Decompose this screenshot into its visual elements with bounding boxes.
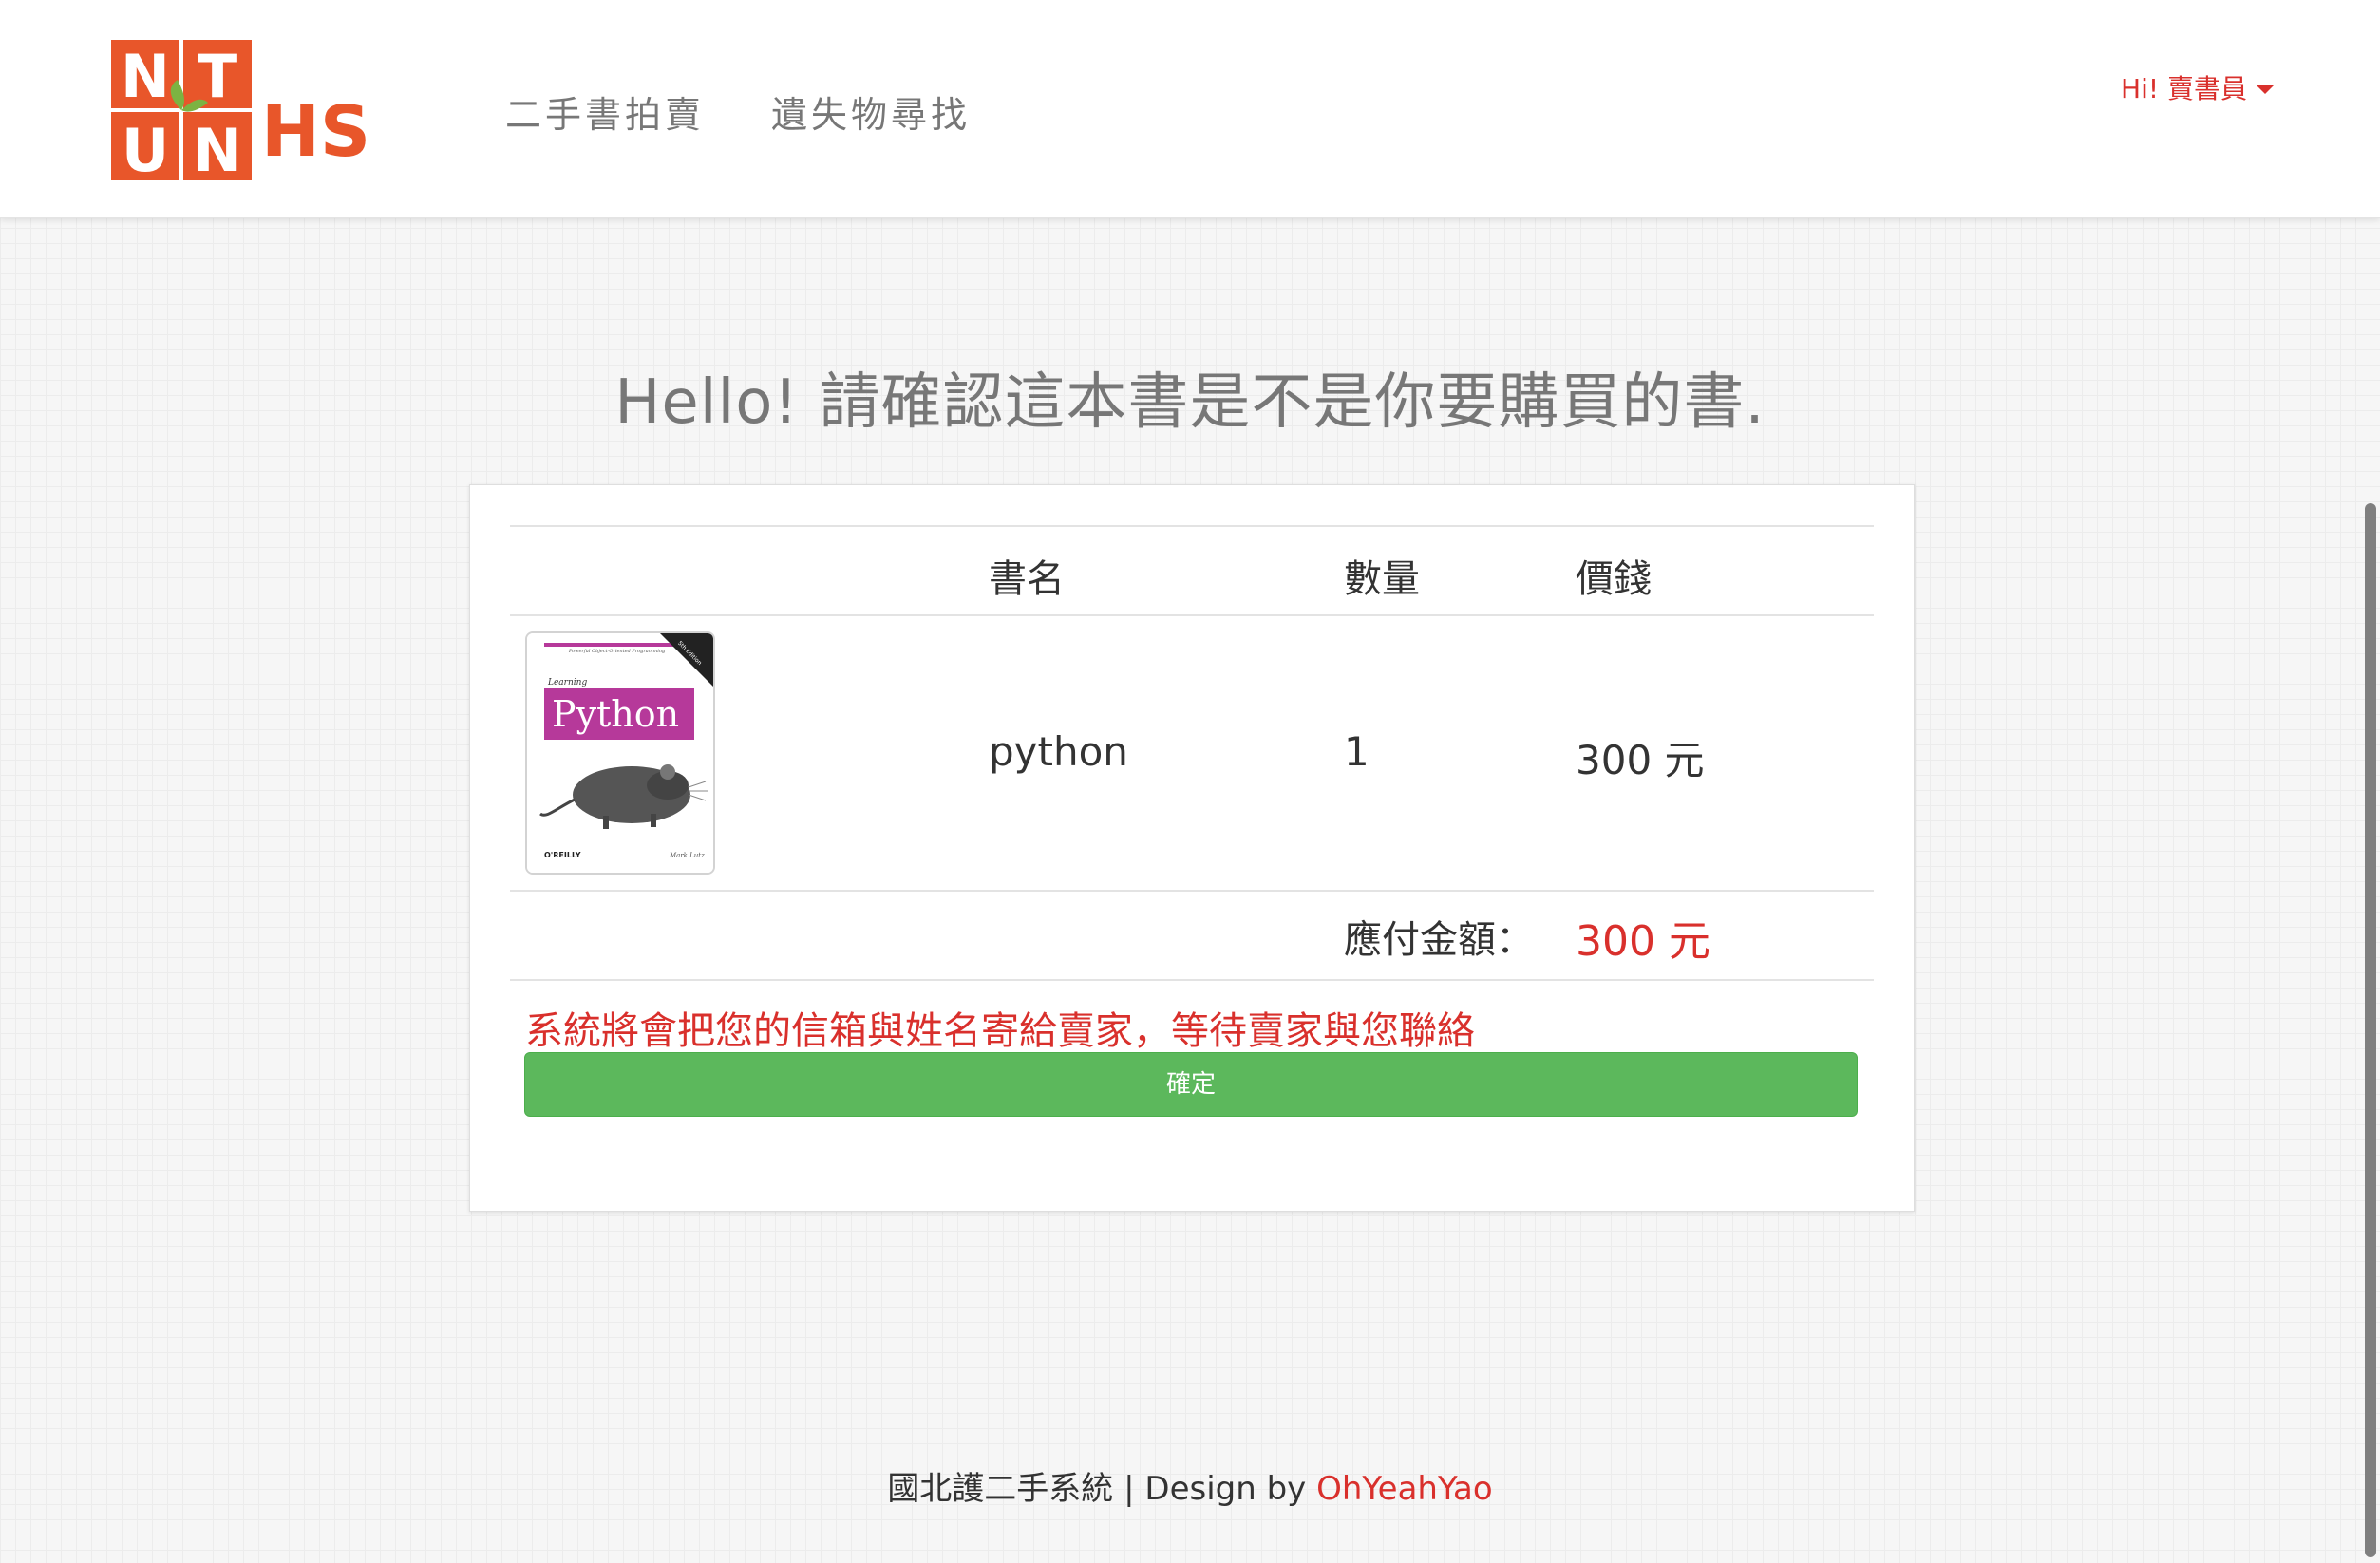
svg-text:O'REILLY: O'REILLY: [544, 851, 581, 859]
header-book-name: 書名: [989, 557, 1065, 601]
seller-contact-notice: 系統將會把您的信箱與姓名寄給賣家，等待賣家與您聯絡: [525, 1009, 1475, 1053]
main-nav: 二手書拍賣 遺失物尋找: [505, 85, 971, 138]
total-row: 應付金額： 300 元: [510, 890, 1874, 979]
svg-text:Mark Lutz: Mark Lutz: [669, 852, 705, 859]
caret-down-icon: [2257, 85, 2274, 94]
scrollbar-thumb[interactable]: [2365, 503, 2376, 1557]
svg-text:Powerful Object-Oriented Progr: Powerful Object-Oriented Programming: [568, 649, 665, 654]
svg-text:HS: HS: [261, 91, 370, 173]
notice-row: 系統將會把您的信箱與姓名寄給賣家，等待賣家與您聯絡: [510, 979, 1874, 1053]
page-title: Hello! 請確認這本書是不是你要購買的書.: [614, 367, 1766, 438]
navbar: N T U N HS 二手書拍賣 遺失物尋找 Hi! 賣書員: [0, 0, 2380, 218]
total-amount-label: 應付金額：: [1344, 918, 1534, 962]
book-cover-thumbnail[interactable]: Powerful Object-Oriented Programming 5th…: [525, 631, 715, 875]
svg-text:Learning: Learning: [547, 678, 587, 687]
user-dropdown[interactable]: Hi! 賣書員: [2121, 68, 2274, 106]
item-quantity: 1: [1344, 728, 1369, 775]
svg-text:U: U: [122, 116, 169, 182]
footer: 國北護二手系統 | Design by OhYeahYao: [0, 1462, 2380, 1509]
order-table: 書名 數量 價錢 Powerful Object-Oriented Progra…: [510, 525, 1874, 1053]
svg-text:Python: Python: [552, 693, 679, 735]
svg-text:N: N: [193, 116, 242, 182]
item-price: 300 元: [1576, 737, 1705, 783]
nav-link-book-auction[interactable]: 二手書拍賣: [505, 85, 705, 138]
item-book-name: python: [989, 728, 1128, 775]
confirm-button[interactable]: 確定: [524, 1052, 1858, 1117]
ntunhs-logo[interactable]: N T U N HS: [111, 40, 396, 182]
table-row: Powerful Object-Oriented Programming 5th…: [510, 614, 1874, 890]
table-header-row: 書名 數量 價錢: [510, 525, 1874, 614]
user-menu-label: Hi! 賣書員: [2121, 73, 2247, 104]
footer-text: 國北護二手系統 | Design by: [887, 1470, 1317, 1508]
nav-link-lost-and-found[interactable]: 遺失物尋找: [771, 85, 971, 138]
svg-text:N: N: [121, 42, 170, 111]
header-quantity: 數量: [1344, 557, 1420, 601]
total-amount-value: 300 元: [1576, 917, 1710, 966]
header-price: 價錢: [1576, 557, 1652, 601]
book-cover-python-icon: Powerful Object-Oriented Programming 5th…: [527, 633, 713, 873]
footer-author-link[interactable]: OhYeahYao: [1316, 1470, 1493, 1508]
